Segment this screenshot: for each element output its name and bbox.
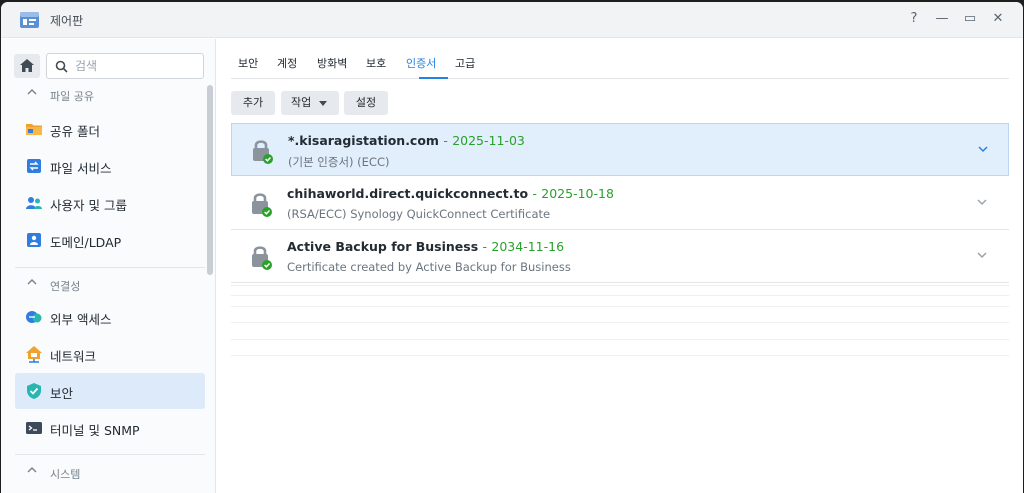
external-access-icon (26, 311, 42, 323)
tab-advanced[interactable]: 고급 (455, 55, 475, 71)
sidebar-item-security[interactable]: 보안 (15, 373, 205, 409)
maximize-button[interactable]: ▭ (961, 10, 979, 28)
sidebar-divider (15, 267, 205, 268)
certificate-row[interactable]: chihaworld.direct.quickconnect.to - 2025… (231, 177, 1009, 230)
certificate-expiry-date: 2025-11-03 (452, 133, 525, 148)
search-field[interactable] (46, 53, 204, 79)
sidebar-item-file-services[interactable]: 파일 서비스 (15, 148, 205, 184)
file-services-icon (27, 159, 41, 173)
certificate-lock-icon (252, 246, 272, 270)
group-header-file-sharing[interactable]: 파일 공유 (15, 85, 205, 105)
action-dropdown-button[interactable]: 작업 (281, 91, 339, 115)
chevron-down-icon[interactable] (975, 197, 989, 207)
empty-row-line (231, 355, 1009, 356)
title-bar: 제어판 ? — ▭ ✕ (1, 2, 1023, 38)
tab-certificate[interactable]: 인증서 (406, 55, 436, 71)
window-title: 제어판 (50, 14, 84, 28)
tab-protection[interactable]: 보호 (366, 55, 386, 71)
empty-row-line (231, 322, 1009, 323)
sidebar-item-domain-ldap[interactable]: 도메인/LDAP (15, 222, 205, 258)
empty-row-line (231, 295, 1009, 296)
certificate-separator: - (482, 239, 488, 254)
domain-ldap-icon (27, 233, 41, 247)
sidebar: 파일 공유 공유 폴더 파일 서비스 사용자 및 그룹 (1, 39, 216, 493)
sidebar-scrollbar[interactable] (207, 85, 213, 275)
empty-row-line (231, 306, 1009, 307)
network-icon (26, 346, 42, 363)
chevron-down-icon[interactable] (975, 250, 989, 260)
certificate-name: chihaworld.direct.quickconnect.to (287, 186, 529, 201)
certificate-separator: - (443, 133, 448, 148)
terminal-icon (26, 422, 42, 434)
certificate-title: *.kisaragistation.com - 2025-11-03 (288, 133, 525, 148)
security-shield-icon (27, 383, 41, 399)
sidebar-item-shared-folder[interactable]: 공유 폴더 (15, 111, 205, 147)
certificate-description: (기본 인증서) (ECC) (288, 155, 390, 169)
main-panel: 보안 계정 방화벽 보호 인증서 고급 추가 작업 설정 *.kisaragis… (217, 39, 1023, 493)
chevron-up-icon (27, 467, 37, 473)
certificate-separator: - (532, 186, 537, 201)
empty-row-line (231, 285, 1009, 286)
sidebar-item-external-access[interactable]: 외부 액세스 (15, 299, 205, 335)
tab-bar: 보안 계정 방화벽 보호 인증서 고급 (231, 39, 1009, 79)
group-header-system[interactable]: 시스템 (15, 463, 205, 483)
tab-firewall[interactable]: 방화벽 (317, 55, 347, 71)
chevron-up-icon (27, 89, 37, 95)
certificate-row[interactable]: Active Backup for Business - 2034-11-16 … (231, 230, 1009, 283)
certificate-lock-icon (252, 193, 272, 217)
home-button[interactable] (14, 54, 40, 78)
settings-button[interactable]: 설정 (344, 91, 388, 115)
control-panel-app-icon (20, 12, 39, 28)
tab-security[interactable]: 보안 (238, 55, 258, 71)
search-icon (55, 60, 68, 73)
help-button[interactable]: ? (905, 10, 923, 28)
action-label: 작업 (291, 96, 312, 109)
caret-down-icon (319, 101, 327, 106)
certificate-title: Active Backup for Business - 2034-11-16 (287, 239, 564, 254)
minimize-button[interactable]: — (933, 10, 951, 28)
sidebar-item-terminal-snmp[interactable]: 터미널 및 SNMP (15, 410, 205, 446)
close-button[interactable]: ✕ (989, 10, 1007, 28)
empty-row-line (231, 339, 1009, 340)
add-button[interactable]: 추가 (231, 91, 275, 115)
chevron-down-icon[interactable] (976, 144, 990, 154)
certificate-title: chihaworld.direct.quickconnect.to - 2025… (287, 186, 614, 201)
certificate-row[interactable]: *.kisaragistation.com - 2025-11-03 (기본 인… (231, 123, 1009, 176)
certificate-expiry-date: 2025-10-18 (541, 186, 614, 201)
home-icon (20, 59, 34, 72)
active-tab-indicator (419, 77, 448, 79)
sidebar-item-users-groups[interactable]: 사용자 및 그룹 (15, 185, 205, 221)
control-panel-window: 제어판 ? — ▭ ✕ 파일 공유 (1, 2, 1023, 493)
sidebar-item-network[interactable]: 네트워크 (15, 336, 205, 372)
search-input[interactable] (75, 57, 195, 75)
certificate-name: *.kisaragistation.com (288, 133, 439, 148)
certificate-description: Certificate created by Active Backup for… (287, 260, 571, 274)
certificate-name: Active Backup for Business (287, 239, 479, 254)
group-header-connectivity[interactable]: 연결성 (15, 275, 205, 295)
chevron-up-icon (27, 279, 37, 285)
certificate-description: (RSA/ECC) Synology QuickConnect Certific… (287, 207, 551, 221)
certificate-lock-icon (253, 140, 273, 164)
users-groups-icon (26, 197, 42, 209)
certificate-expiry-date: 2034-11-16 (491, 239, 565, 254)
tab-account[interactable]: 계정 (277, 55, 297, 71)
folder-icon (26, 124, 42, 135)
sidebar-divider (15, 454, 205, 455)
